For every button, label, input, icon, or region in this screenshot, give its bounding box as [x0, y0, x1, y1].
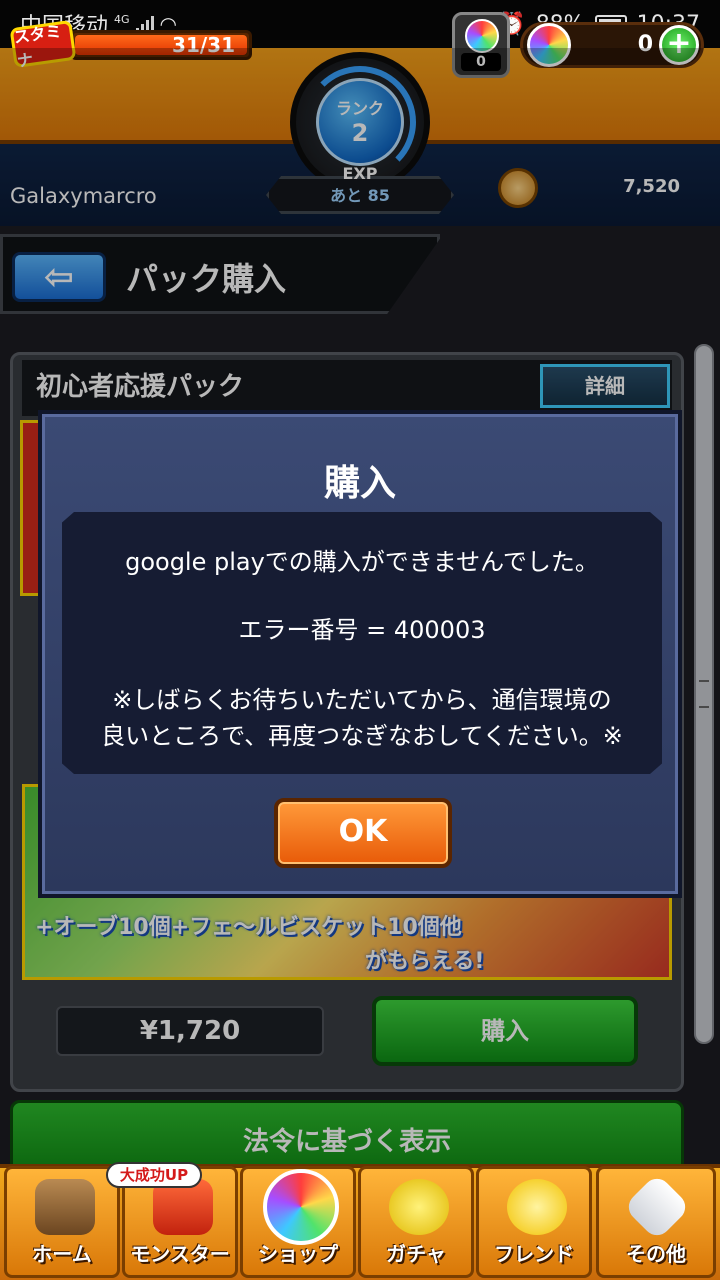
note-line-2: 良いところで、再度つなぎなおしてください。※: [101, 722, 623, 750]
purchase-error-dialog: 購入 google playでの購入ができませんでした。 エラー番号 = 400…: [38, 410, 682, 898]
nav-friend[interactable]: フレンド: [476, 1166, 592, 1278]
nav-shop-label: ショップ: [258, 1242, 338, 1266]
dialog-message: google playでの購入ができませんでした。: [125, 548, 599, 576]
nav-gacha[interactable]: ガチャ: [358, 1166, 474, 1278]
nav-monster-label: モンスター: [130, 1242, 230, 1266]
dialog-title: 購入: [323, 463, 396, 504]
nav-gacha-label: ガチャ: [386, 1242, 446, 1266]
nav-shop[interactable]: ショップ: [240, 1166, 356, 1278]
other-icon: [623, 1173, 691, 1241]
home-icon: [35, 1179, 95, 1235]
shop-orb-icon: [263, 1169, 339, 1245]
success-up-badge: 大成功UP: [106, 1162, 202, 1188]
error-code: エラー番号 = 400003: [238, 616, 486, 644]
nav-other[interactable]: その他: [596, 1166, 716, 1278]
nav-other-label: その他: [626, 1242, 686, 1266]
nav-home-label: ホーム: [32, 1242, 92, 1266]
dialog-message-box: google playでの購入ができませんでした。 エラー番号 = 400003…: [62, 512, 662, 774]
gacha-egg-icon: [389, 1179, 449, 1235]
network-type: 4G: [114, 12, 130, 26]
nav-friend-label: フレンド: [494, 1242, 574, 1266]
nav-home[interactable]: ホーム: [4, 1166, 120, 1278]
friend-icon: [507, 1179, 567, 1235]
ok-button[interactable]: OK: [274, 798, 452, 868]
note-line-1: ※しばらくお待ちいただいてから、通信環境の: [112, 686, 612, 714]
